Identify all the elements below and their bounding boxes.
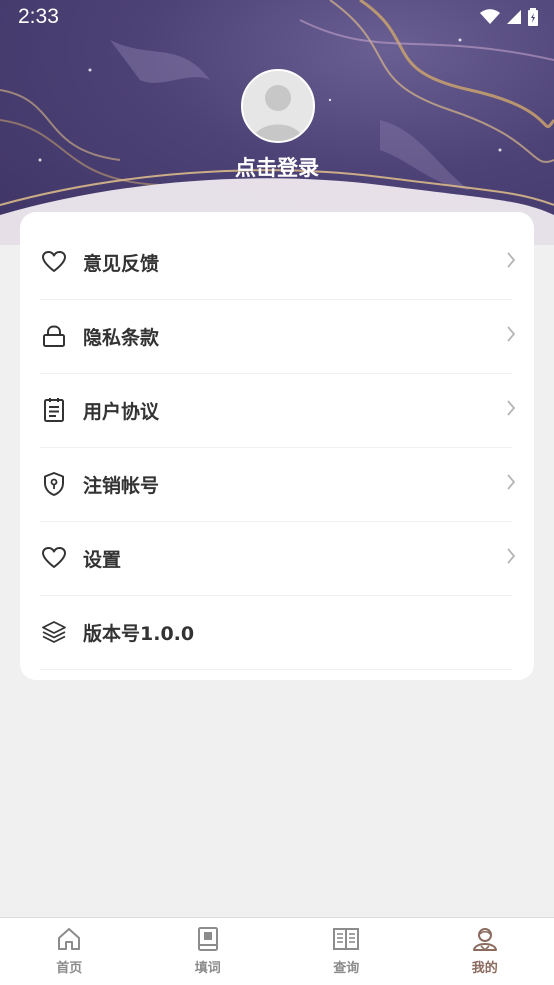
menu-item-label: 隐私条款 [83,323,159,350]
tab-home[interactable]: 首页 [0,918,139,985]
wifi-icon [480,9,500,25]
system-icons [480,8,538,26]
layers-icon [41,619,67,645]
login-link[interactable]: 点击登录 [0,152,554,182]
clipboard-icon [41,397,67,423]
profile-header: 2:33 点击登录 [0,0,554,245]
heart-icon [41,249,67,275]
status-time: 2:33 [18,5,59,29]
chevron-right-icon [506,399,516,417]
version-label: 版本号1.0.0 [83,619,194,646]
home-icon [56,926,82,952]
bottom-tab-bar: 首页 填词 查询 我的 [0,917,554,985]
menu-item-feedback[interactable]: 意见反馈 [40,225,512,300]
person-icon [471,926,499,952]
signal-icon [506,9,522,25]
menu-item-user-agreement[interactable]: 用户协议 [40,373,512,448]
open-book-icon [332,926,360,952]
lock-icon [41,323,67,349]
tab-fill-words[interactable]: 填词 [139,918,278,985]
menu-item-version: 版本号1.0.0 [40,595,512,670]
tab-label: 首页 [56,957,82,976]
default-avatar-icon [243,71,313,141]
chevron-right-icon [506,473,516,491]
menu-item-label: 用户协议 [83,397,159,424]
tab-mine[interactable]: 我的 [416,918,554,985]
chevron-right-icon [506,325,516,343]
menu-item-privacy[interactable]: 隐私条款 [40,299,512,374]
battery-icon [528,8,538,26]
status-bar: 2:33 [0,0,554,34]
menu-item-label: 注销帐号 [83,471,159,498]
menu-item-delete-account[interactable]: 注销帐号 [40,447,512,522]
avatar[interactable] [241,69,315,143]
tab-label: 我的 [472,957,498,976]
menu-item-settings[interactable]: 设置 [40,521,512,596]
tab-search[interactable]: 查询 [277,918,416,985]
chevron-right-icon [506,251,516,269]
shield-icon [41,471,67,497]
menu-item-label: 意见反馈 [83,249,159,276]
menu-item-label: 设置 [83,545,121,572]
menu-card: 意见反馈 隐私条款 用户协议 注销帐号 设置 版本号1.0.0 [20,212,534,680]
book-icon [195,926,221,952]
heart-icon [41,545,67,571]
tab-label: 查询 [333,957,359,976]
chevron-right-icon [506,547,516,565]
tab-label: 填词 [195,957,221,976]
